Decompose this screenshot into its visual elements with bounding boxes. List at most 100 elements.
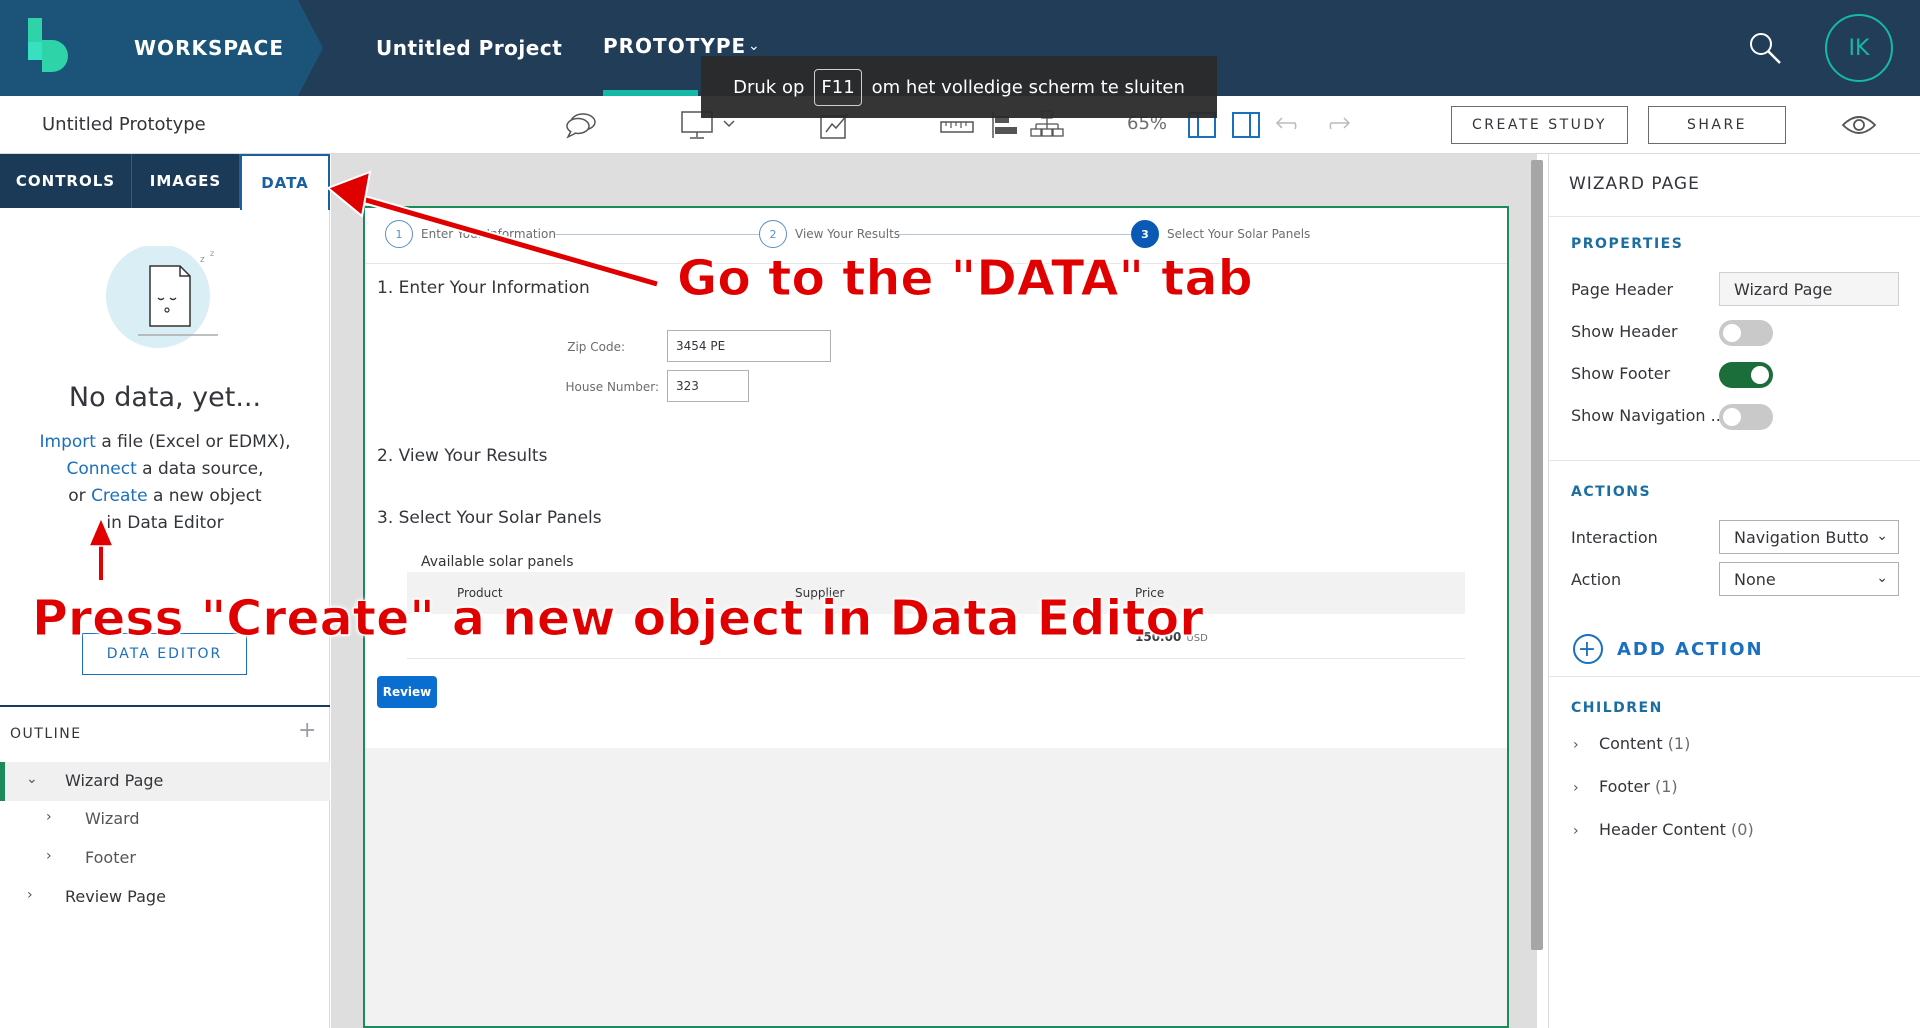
- child-item-content[interactable]: › Content (1): [1573, 734, 1690, 753]
- section-title-3: 3. Select Your Solar Panels: [377, 508, 602, 528]
- show-header-label: Show Header: [1571, 322, 1678, 341]
- action-label: Action: [1571, 570, 1622, 589]
- show-footer-toggle[interactable]: [1719, 362, 1773, 388]
- child-name: Header Content: [1598, 820, 1726, 839]
- step-2-indicator[interactable]: 2: [759, 220, 787, 248]
- action-select[interactable]: None ⌄: [1719, 562, 1899, 596]
- interaction-label: Interaction: [1571, 528, 1658, 547]
- page-header-input[interactable]: Wizard Page: [1719, 272, 1899, 306]
- connect-link[interactable]: Connect: [66, 459, 136, 479]
- svg-text:z: z: [200, 255, 205, 265]
- share-button[interactable]: SHARE: [1648, 106, 1786, 144]
- outline-item-footer[interactable]: Footer: [85, 848, 136, 867]
- chevron-right-icon[interactable]: ›: [27, 887, 33, 903]
- tab-controls[interactable]: CONTROLS: [0, 154, 132, 208]
- wizard-content: 1. Enter Your Information Zip Code: 3454…: [365, 264, 1507, 748]
- properties-panel: WIZARD PAGE PROPERTIES Page Header Wizar…: [1548, 154, 1920, 1028]
- prototype-menu[interactable]: PROTOTYPE: [603, 34, 746, 58]
- table-row-divider: [407, 658, 1465, 659]
- help-editor-line: in Data Editor: [106, 513, 224, 533]
- step-1-indicator[interactable]: 1: [385, 220, 413, 248]
- outline-item-review-page[interactable]: Review Page: [65, 887, 166, 906]
- connect-text: a data source,: [136, 459, 264, 479]
- help-create-line: or Create a new object: [0, 486, 330, 506]
- outline-divider: [0, 705, 330, 707]
- redo-icon[interactable]: [1318, 110, 1352, 140]
- chevron-right-icon: ›: [1573, 780, 1579, 796]
- interaction-select[interactable]: Navigation Butto ⌄: [1719, 520, 1899, 554]
- chevron-right-icon[interactable]: ›: [46, 848, 52, 864]
- page-header-label: Page Header: [1571, 280, 1674, 299]
- toast-text-before: Druk op: [733, 76, 805, 98]
- step-3-label[interactable]: Select Your Solar Panels: [1167, 227, 1310, 241]
- step-connector: [555, 234, 761, 235]
- outline-selected-row[interactable]: [0, 762, 330, 801]
- create-link[interactable]: Create: [91, 486, 148, 506]
- help-connect-line: Connect a data source,: [0, 459, 330, 479]
- divider: [1549, 676, 1920, 677]
- panel-title: WIZARD PAGE: [1569, 174, 1700, 194]
- add-action-label: ADD ACTION: [1617, 638, 1764, 660]
- children-section-title: CHILDREN: [1571, 700, 1663, 716]
- annotation-create: Press "Create" a new object in Data Edit…: [31, 590, 1204, 648]
- chevron-right-icon: ›: [1573, 737, 1579, 753]
- zip-code-input[interactable]: 3454 PE: [667, 330, 831, 362]
- chevron-down-icon: ⌄: [1876, 570, 1888, 586]
- divider: [1549, 216, 1920, 217]
- properties-section-title: PROPERTIES: [1571, 236, 1684, 252]
- create-study-button[interactable]: CREATE STUDY: [1451, 106, 1628, 144]
- show-navigation-toggle[interactable]: [1719, 404, 1773, 430]
- house-number-label: House Number:: [565, 380, 659, 394]
- undo-icon[interactable]: [1274, 110, 1308, 140]
- svg-text:z: z: [210, 249, 214, 258]
- outline-item-wizard[interactable]: Wizard: [85, 809, 140, 828]
- child-item-header-content[interactable]: › Header Content (0): [1573, 820, 1754, 839]
- chevron-down-icon: ⌄: [1876, 528, 1888, 544]
- tab-images[interactable]: IMAGES: [132, 154, 240, 208]
- left-panel-tabs: CONTROLS IMAGES DATA: [0, 154, 330, 210]
- child-count: (1): [1654, 777, 1678, 796]
- action-value: None: [1734, 570, 1776, 589]
- outline-item-wizard-page[interactable]: Wizard Page: [65, 771, 163, 790]
- step-1-label[interactable]: Enter Your Information: [421, 227, 556, 241]
- divider: [1549, 460, 1920, 461]
- help-import-line: Import a file (Excel or EDMX),: [0, 432, 330, 452]
- house-number-input[interactable]: 323: [667, 370, 749, 402]
- app-logo-icon[interactable]: [26, 16, 70, 78]
- search-icon[interactable]: [1748, 31, 1782, 65]
- project-name-link[interactable]: Untitled Project: [376, 36, 562, 60]
- panel-right-icon[interactable]: [1230, 110, 1264, 140]
- comment-icon[interactable]: [564, 110, 598, 140]
- canvas-scrollbar[interactable]: [1531, 160, 1543, 950]
- child-item-footer[interactable]: › Footer (1): [1573, 777, 1678, 796]
- actions-section-title: ACTIONS: [1571, 484, 1652, 500]
- workspace-link[interactable]: WORKSPACE: [134, 36, 284, 60]
- step-2-label[interactable]: View Your Results: [795, 227, 900, 241]
- section-title-1: 1. Enter Your Information: [377, 278, 590, 298]
- step-3-indicator[interactable]: 3: [1131, 220, 1159, 248]
- chevron-right-icon[interactable]: ›: [46, 809, 52, 825]
- tab-data[interactable]: DATA: [240, 154, 330, 210]
- review-button[interactable]: Review: [377, 676, 437, 708]
- toast-text-after: om het volledige scherm te sluiten: [871, 76, 1185, 98]
- prototype-name[interactable]: Untitled Prototype: [42, 114, 206, 135]
- child-name: Footer: [1598, 777, 1650, 796]
- solar-panels-title: Available solar panels: [421, 554, 574, 570]
- chevron-down-icon[interactable]: ⌄: [748, 38, 760, 54]
- interaction-value: Navigation Butto: [1734, 528, 1869, 547]
- import-link[interactable]: Import: [40, 432, 96, 452]
- device-chevron-icon[interactable]: [722, 116, 736, 130]
- outline-add-icon[interactable]: +: [298, 718, 316, 743]
- eye-icon[interactable]: [1841, 112, 1877, 138]
- show-navigation-label: Show Navigation ...: [1571, 406, 1726, 425]
- chevron-down-icon[interactable]: ⌄: [26, 771, 38, 787]
- user-avatar[interactable]: IK: [1825, 14, 1893, 82]
- add-action-button[interactable]: + ADD ACTION: [1573, 634, 1764, 664]
- create-text: a new object: [147, 486, 262, 506]
- child-count: (1): [1667, 734, 1691, 753]
- child-name: Content: [1598, 734, 1663, 753]
- section-title-2: 2. View Your Results: [377, 446, 548, 466]
- fullscreen-exit-toast: Druk op F11 om het volledige scherm te s…: [701, 56, 1217, 118]
- step-connector: [899, 234, 1133, 235]
- show-header-toggle[interactable]: [1719, 320, 1773, 346]
